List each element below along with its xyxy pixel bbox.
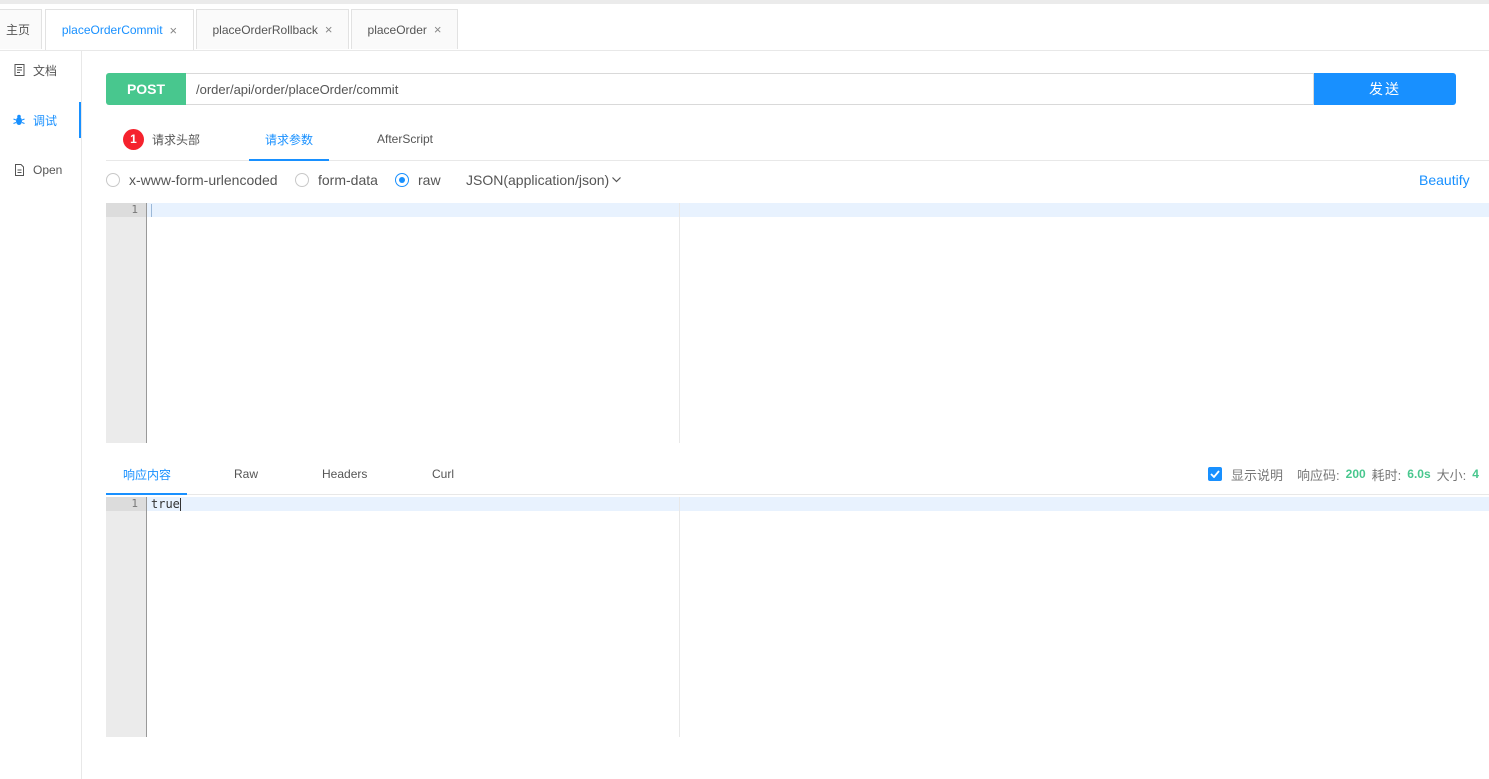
time-label: 耗时: <box>1371 467 1402 483</box>
tab-response-raw[interactable]: Raw <box>234 454 258 494</box>
sidebar-item-label: 文档 <box>33 63 58 78</box>
radio-circle <box>395 173 409 187</box>
tab-label: 请求头部 <box>152 132 201 147</box>
radio-raw[interactable]: raw <box>395 168 441 192</box>
radio-label: raw <box>418 172 441 188</box>
active-line <box>147 203 1489 217</box>
sidebar-item-docs[interactable]: 文档 <box>0 52 81 88</box>
check-icon <box>1210 470 1220 478</box>
radio-label: form-data <box>318 172 378 188</box>
radio-label: x-www-form-urlencoded <box>129 172 278 188</box>
method-select[interactable]: POST <box>106 73 186 105</box>
tab-after-script[interactable]: AfterScript <box>377 118 433 160</box>
top-border <box>0 0 1489 4</box>
tab-label: placeOrderRollback <box>212 22 318 37</box>
body-type-row: x-www-form-urlencoded form-data raw JSON… <box>106 168 1489 192</box>
content-type-label: JSON(application/json) <box>466 172 610 188</box>
sidebar: 文档 调试 Open <box>0 50 82 779</box>
text-cursor <box>180 498 181 511</box>
request-body-editor[interactable]: 1 <box>106 203 1489 443</box>
tab-response-content[interactable]: 响应内容 <box>105 454 188 495</box>
bug-icon <box>13 114 25 126</box>
header-count-badge: 1 <box>123 128 144 150</box>
code-line: true <box>151 497 180 511</box>
sidebar-item-label: Open <box>33 163 63 177</box>
line-number: 1 <box>131 497 138 510</box>
file-icon <box>13 164 25 176</box>
tab-place-order-rollback[interactable]: placeOrderRollback × <box>196 9 349 49</box>
radio-urlencoded[interactable]: x-www-form-urlencoded <box>106 168 278 192</box>
request-tabs: 1 请求头部 请求参数 AfterScript <box>106 118 1489 161</box>
show-desc-checkbox[interactable] <box>1208 467 1222 481</box>
show-desc-label: 显示说明 <box>1231 467 1284 483</box>
tab-request-headers[interactable]: 1 请求头部 <box>123 118 200 160</box>
active-line <box>147 497 1489 511</box>
response-time: 6.0s <box>1407 467 1431 481</box>
size-label: 大小: <box>1436 467 1467 483</box>
print-margin <box>679 203 680 443</box>
tab-bar: 主页 placeOrderCommit × placeOrderRollback… <box>0 9 1489 51</box>
sidebar-item-debug[interactable]: 调试 <box>0 102 81 138</box>
response-size: 4 <box>1472 467 1479 481</box>
tab-label: Curl <box>432 467 455 481</box>
tab-request-params[interactable]: 请求参数 <box>249 118 329 161</box>
status-code: 200 <box>1345 467 1366 481</box>
tab-response-headers[interactable]: Headers <box>322 454 367 494</box>
send-button[interactable]: 发送 <box>1314 73 1456 105</box>
sidebar-item-label: 调试 <box>33 113 58 128</box>
response-meta: 显示说明 响应码: 200 耗时: 6.0s 大小: 4 <box>1208 454 1489 494</box>
tab-place-order[interactable]: placeOrder × <box>351 9 458 49</box>
tab-label: AfterScript <box>377 132 434 146</box>
tab-home[interactable]: 主页 <box>0 9 42 49</box>
line-number: 1 <box>131 203 138 216</box>
close-icon[interactable]: × <box>325 23 333 36</box>
tab-response-curl[interactable]: Curl <box>432 454 454 494</box>
chevron-down-icon <box>612 177 622 183</box>
tab-label: placeOrder <box>367 22 427 37</box>
beautify-button[interactable]: Beautify <box>1419 168 1470 192</box>
print-margin <box>679 497 680 737</box>
tab-label: Raw <box>234 467 259 481</box>
radio-circle <box>295 173 309 187</box>
text-cursor <box>151 204 152 217</box>
status-label: 响应码: <box>1297 467 1340 483</box>
tab-label: Headers <box>322 467 368 481</box>
response-tabs: 响应内容 Raw Headers Curl 显示说明 响应码: 200 耗时: … <box>105 454 1489 495</box>
tab-label: 请求参数 <box>264 132 313 147</box>
radio-circle <box>106 173 120 187</box>
tab-place-order-commit[interactable]: placeOrderCommit × <box>45 9 194 50</box>
response-body-editor[interactable]: 1 true <box>106 497 1489 737</box>
radio-form-data[interactable]: form-data <box>295 168 378 192</box>
close-icon[interactable]: × <box>434 23 442 36</box>
tab-label: 响应内容 <box>123 467 172 482</box>
sidebar-item-open[interactable]: Open <box>0 152 81 188</box>
close-icon[interactable]: × <box>170 24 178 37</box>
tab-label: 主页 <box>5 23 30 37</box>
tab-label: placeOrderCommit <box>61 23 163 37</box>
document-icon <box>13 64 25 76</box>
content-type-select[interactable]: JSON(application/json) <box>466 168 622 192</box>
url-input[interactable] <box>186 73 1314 105</box>
